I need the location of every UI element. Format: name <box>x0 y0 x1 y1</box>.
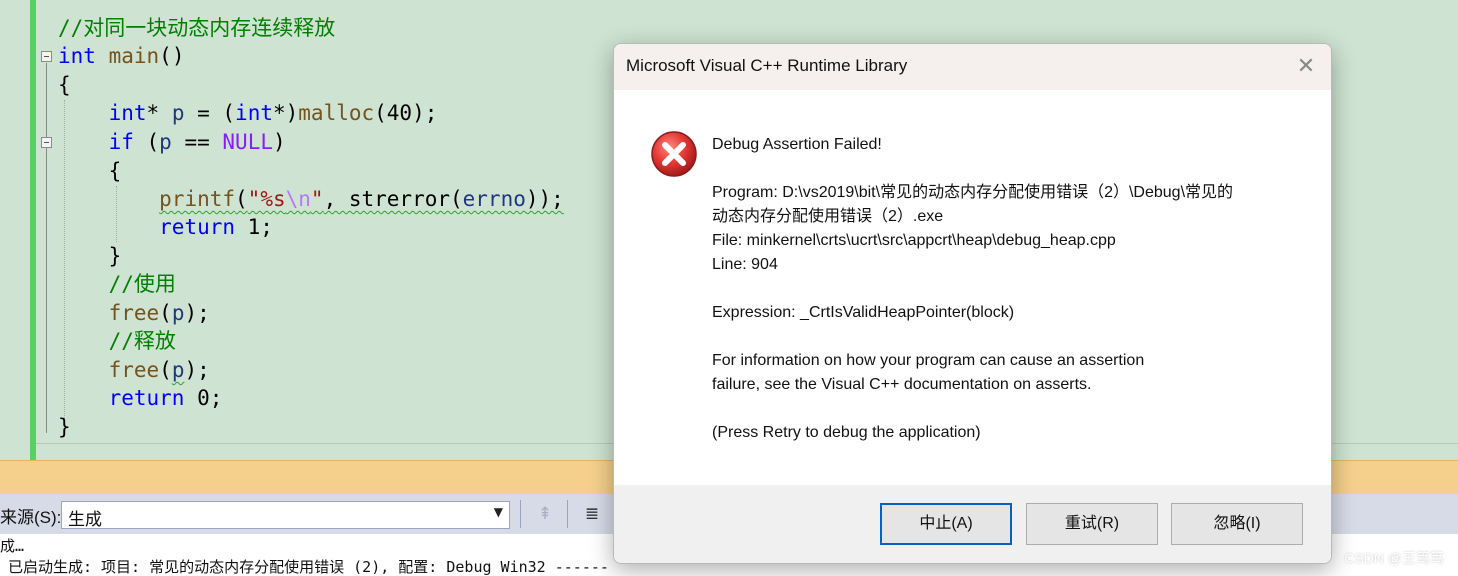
code-line-8: return 1; <box>58 213 273 241</box>
dialog-titlebar[interactable]: Microsoft Visual C++ Runtime Library ✕ <box>614 44 1331 90</box>
dialog-title: Microsoft Visual C++ Runtime Library <box>626 56 908 75</box>
code-line-11: free(p); <box>58 299 210 327</box>
go-to-next-icon[interactable]: ≣ <box>579 501 605 527</box>
code-warning-squiggle: printf("%s\n", strerror(errno)); <box>159 187 564 211</box>
code-line-12: //释放 <box>58 327 176 355</box>
code-comment: //对同一块动态内存连续释放 <box>58 16 336 40</box>
code-escape: \n <box>285 187 311 211</box>
code-line-10: //使用 <box>58 270 176 298</box>
retry-button[interactable]: 重试(R) <box>1026 503 1158 545</box>
code-brace: } <box>58 415 71 439</box>
code-keyword: int <box>235 101 273 125</box>
program-path-line2: 动态内存分配使用错误（2）.exe <box>712 208 944 225</box>
output-line: 已启动生成: 项目: 常见的动态内存分配使用错误 (2), 配置: Debug … <box>8 558 609 576</box>
code-function: printf <box>159 187 236 211</box>
code-keyword: return <box>108 386 185 410</box>
line-number: Line: 904 <box>712 256 778 273</box>
output-line: 成… <box>0 537 25 555</box>
error-icon <box>651 131 697 177</box>
editor-gutter <box>0 0 30 460</box>
code-line-13: free(p); <box>58 356 210 384</box>
code-line-1: //对同一块动态内存连续释放 <box>58 14 335 42</box>
find-message-icon[interactable]: ⇞ <box>532 501 558 527</box>
ignore-button[interactable]: 忽略(I) <box>1171 503 1303 545</box>
code-punct: == <box>171 130 223 154</box>
code-variable: p <box>171 358 185 382</box>
code-punct: (40); <box>374 101 438 125</box>
code-keyword: return <box>159 215 236 239</box>
close-icon[interactable]: ✕ <box>1293 54 1319 80</box>
toolbar-separator <box>567 500 568 528</box>
code-punct: ); <box>184 301 210 325</box>
change-tracking-bar <box>30 0 36 460</box>
code-string: "%s <box>247 187 286 211</box>
code-macro: NULL <box>222 130 273 154</box>
code-function: free <box>108 358 160 382</box>
code-brace: { <box>58 73 71 97</box>
code-keyword: int <box>58 44 96 68</box>
code-variable: p <box>171 301 185 325</box>
code-line-4: int* p = (int*)malloc(40); <box>58 99 438 127</box>
expression-text: Expression: _CrtIsValidHeapPointer(block… <box>712 304 1015 321</box>
code-punct: ) <box>272 130 286 154</box>
code-keyword: if <box>108 130 134 154</box>
code-variable: p <box>159 130 172 154</box>
code-punct: * <box>146 101 172 125</box>
abort-button[interactable]: 中止(A) <box>880 503 1012 545</box>
code-punct: ); <box>184 358 210 382</box>
code-punct: ( <box>133 130 160 154</box>
code-punct: , strerror( <box>323 187 463 211</box>
code-brace: { <box>108 159 122 183</box>
code-punct: 1; <box>235 215 273 239</box>
toolbar-separator <box>520 500 521 528</box>
dialog-message: Debug Assertion Failed! Program: D:\vs20… <box>712 133 1312 445</box>
info-text-line1: For information on how your program can … <box>712 352 1145 369</box>
info-text-line2: failure, see the Visual C++ documentatio… <box>712 376 1092 393</box>
dialog-heading: Debug Assertion Failed! <box>712 136 882 153</box>
retry-hint: (Press Retry to debug the application) <box>712 424 981 441</box>
code-punct: ( <box>159 301 172 325</box>
code-line-9: } <box>58 242 122 270</box>
code-line-6: { <box>58 157 122 185</box>
code-variable: p <box>171 101 185 125</box>
code-line-3: { <box>58 71 71 99</box>
code-line-5: if (p == NULL) <box>58 128 286 156</box>
code-punct: 0; <box>184 386 223 410</box>
code-function: malloc <box>298 101 375 125</box>
program-path-line1: Program: D:\vs2019\bit\常见的动态内存分配使用错误（2）\… <box>712 184 1234 201</box>
code-keyword: int <box>108 101 147 125</box>
source-dropdown-value: 生成 <box>68 510 102 529</box>
source-label: 来源(S): <box>0 508 62 527</box>
code-variable: errno <box>462 187 526 211</box>
code-comment: //释放 <box>108 329 176 353</box>
code-punct: () <box>159 44 185 68</box>
code-function: main <box>108 44 160 68</box>
fold-toggle-if[interactable] <box>41 137 52 148</box>
fold-guide <box>46 149 47 259</box>
fold-toggle-main[interactable] <box>41 51 52 62</box>
code-string: " <box>310 187 324 211</box>
file-path: File: minkernel\crts\ucrt\src\appcrt\hea… <box>712 232 1116 249</box>
code-punct: )); <box>525 187 564 211</box>
code-line-7: printf("%s\n", strerror(errno)); <box>58 185 564 213</box>
code-function: free <box>108 301 160 325</box>
code-comment: //使用 <box>108 272 176 296</box>
code-punct: ( <box>159 358 172 382</box>
code-punct: ( <box>235 187 248 211</box>
code-line-15: } <box>58 413 71 441</box>
code-brace: } <box>108 244 122 268</box>
code-punct: = ( <box>184 101 236 125</box>
chevron-down-icon[interactable]: ▼ <box>494 505 503 519</box>
watermark: CSDN @王笃笃 <box>1344 550 1444 566</box>
runtime-error-dialog: Microsoft Visual C++ Runtime Library ✕ D… <box>613 43 1332 564</box>
code-punct: *) <box>272 101 299 125</box>
code-line-14: return 0; <box>58 384 223 412</box>
source-dropdown[interactable]: 生成 ▼ <box>61 501 510 529</box>
code-line-2: int main() <box>58 42 184 70</box>
